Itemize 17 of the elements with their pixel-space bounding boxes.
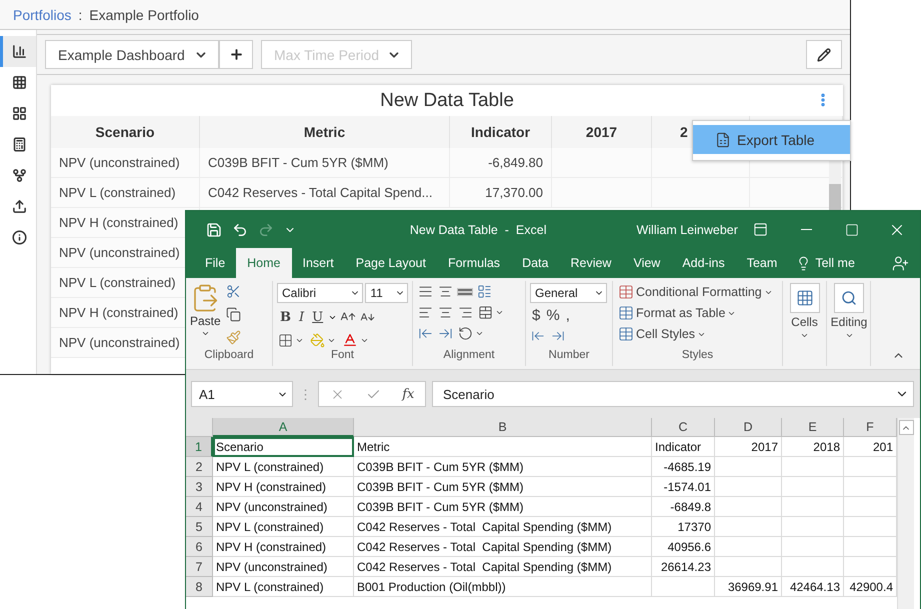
table-cell: C039B BFIT - Cum 5YR ($MM) xyxy=(200,148,450,178)
group-label: Font xyxy=(330,349,355,363)
window-title: New Data Table - Excel xyxy=(410,222,546,236)
table-cell: -6,849.80 xyxy=(450,148,552,178)
breadcrumb-separator: : xyxy=(78,6,82,22)
table-cell: NPV (unconstrained) xyxy=(51,148,200,178)
user-name: William Leinweber xyxy=(636,222,738,236)
group-label: Clipboard xyxy=(203,349,255,363)
card-title: New Data Table xyxy=(379,88,515,112)
group-label: Styles xyxy=(680,349,714,363)
table-cell: 17,370.00 xyxy=(450,178,552,208)
table-cell: C042 Reserves - Total Capital Spend... xyxy=(200,178,450,208)
portfolio-name: Example Portfolio xyxy=(89,6,199,22)
table-cell: NPV L (constrained) xyxy=(51,178,200,208)
group-label: Number xyxy=(548,349,590,363)
table-cell: NPV H (constrained) xyxy=(51,208,200,238)
group-label: Alignment xyxy=(442,349,496,363)
